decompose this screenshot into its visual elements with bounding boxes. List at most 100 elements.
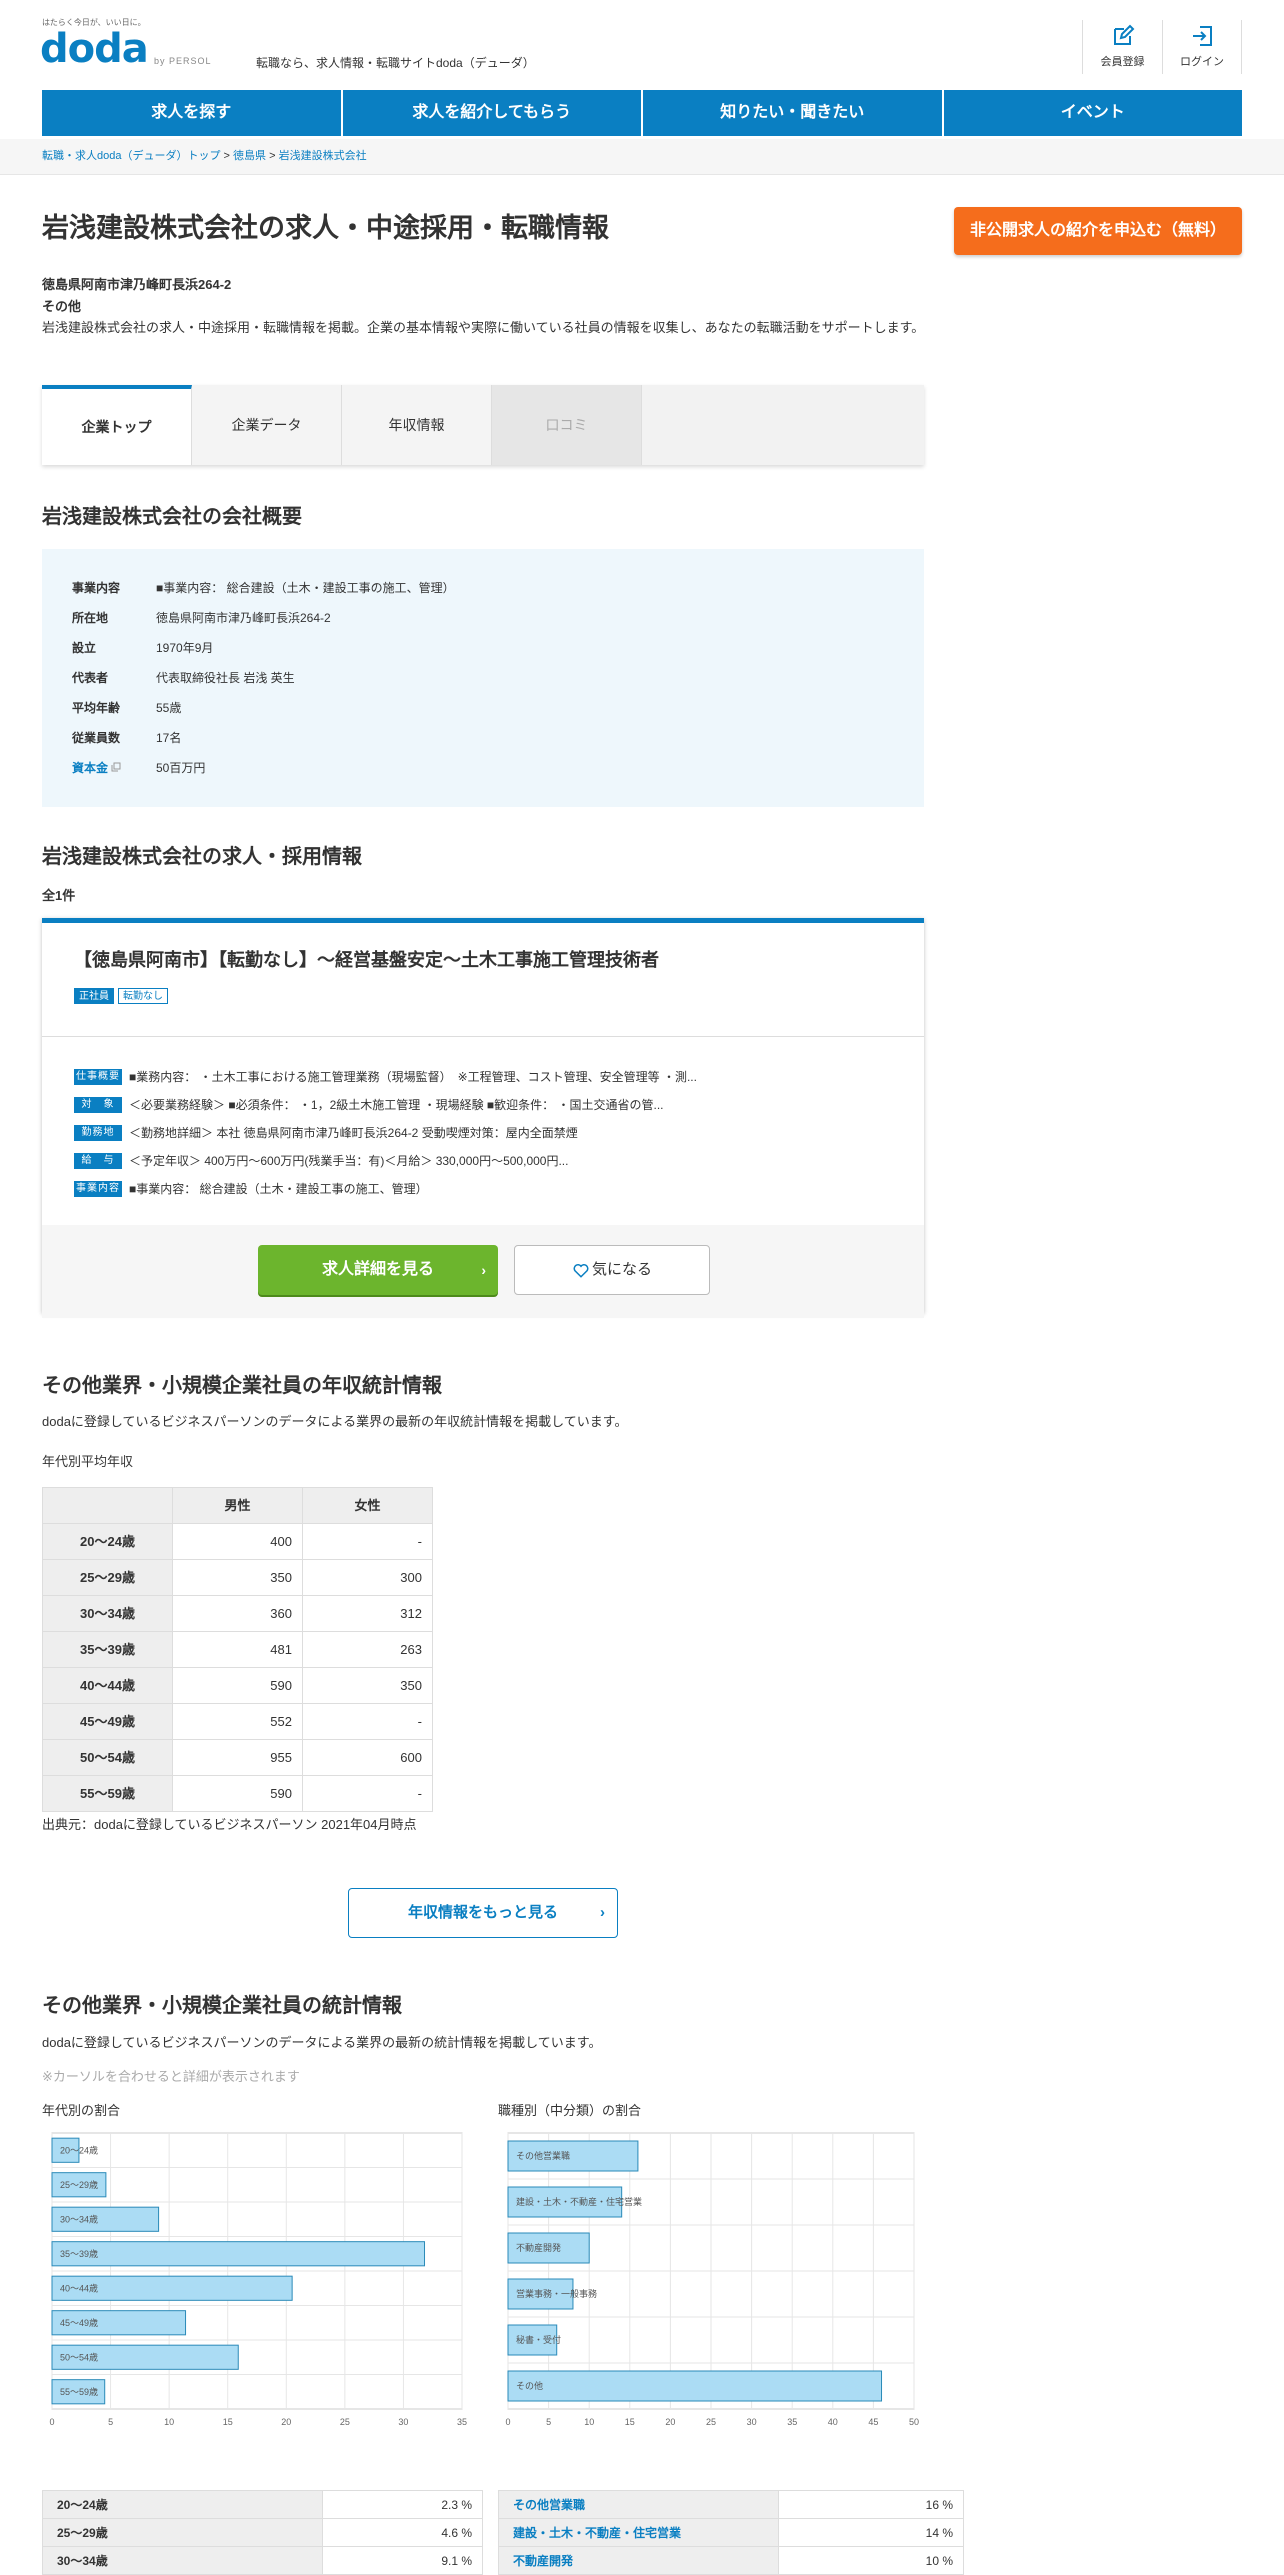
overview-key: 資本金 xyxy=(72,761,109,775)
more-salary-button-label: 年収情報をもっと見る xyxy=(407,1903,558,1921)
nav-learn-ask[interactable]: 知りたい・聞きたい xyxy=(643,90,944,136)
favorite-button[interactable]: 気になる xyxy=(514,1245,710,1295)
tab-company-data[interactable]: 企業データ xyxy=(192,385,342,465)
age-cell: 55～59歳 xyxy=(42,1775,173,1812)
table-row: 25～29歳 350 300 xyxy=(42,1559,433,1596)
overview-key: 従業員数 xyxy=(72,731,121,745)
female-salary-cell: 600 xyxy=(302,1739,433,1776)
age-ratio-chart: 0 5 10 15 20 25 30 35 20～24歳 25～29歳 30～34歳 35～39歳 40… xyxy=(49,2132,467,2427)
female-salary-cell: - xyxy=(302,1775,433,1812)
job-title[interactable]: 【徳島県阿南市】【転勤なし】～経営基盤安定～土木工事施工管理技術者 xyxy=(74,947,659,974)
job-detail-label: 事業内容 xyxy=(74,1181,122,1197)
chart-bar xyxy=(507,2370,883,2402)
overview-row: 資本金 50百万円 xyxy=(72,753,894,783)
salary-table: 男性 女性 20～24歳 400- 25～29歳 350 300 30～34歳 360 3… xyxy=(42,1487,433,1812)
job-detail-button[interactable]: 求人詳細を見る › xyxy=(258,1245,498,1295)
tab-company-top[interactable]: 企業トップ xyxy=(42,385,192,465)
jobs-count: 全1件 xyxy=(42,888,76,903)
overview-title: 岩浅建設株式会社の会社概要 xyxy=(42,506,302,528)
bar-category-label: 55～59歳 xyxy=(60,2386,98,2397)
salary-source: 出典元：dodaに登録しているビジネスパーソン 2021年04月時点 xyxy=(42,1817,417,1832)
doda-logo[interactable]: doda xyxy=(40,26,149,72)
table-header-cell: 男性 xyxy=(172,1487,303,1524)
table-row: 20～24歳 400- xyxy=(42,1523,433,1560)
x-tick-label: 0 xyxy=(505,2417,510,2427)
x-tick-label: 20 xyxy=(665,2417,675,2427)
male-salary-cell: 360 xyxy=(172,1595,303,1632)
login-icon xyxy=(1193,25,1212,46)
job-detail-label: 給 与 xyxy=(74,1153,122,1169)
x-tick-label: 50 xyxy=(909,2417,919,2427)
bar-category-label: その他 xyxy=(516,2380,543,2391)
x-tick-label: 30 xyxy=(398,2417,408,2427)
nav-search-jobs[interactable]: 求人を探す xyxy=(42,90,343,136)
bar-category-label: 50～54歳 xyxy=(60,2351,98,2362)
jobs-title: 岩浅建設株式会社の求人・採用情報 xyxy=(42,846,362,868)
age-cell: 45～49歳 xyxy=(42,1703,173,1740)
bar-category-label: 建設・土木・不動産・住宅営業 xyxy=(516,2196,642,2207)
male-salary-cell: 552 xyxy=(172,1703,303,1740)
x-tick-label: 10 xyxy=(584,2417,594,2427)
header-description: 転職なら、求人情報・転職サイトdoda（デューダ） xyxy=(256,56,535,70)
job-card-footer: 求人詳細を見る › 気になる xyxy=(42,1225,924,1318)
job-divider xyxy=(42,1036,924,1037)
age-cell: 20～24歳 xyxy=(42,2490,323,2519)
overview-value: 17名 xyxy=(156,731,182,745)
x-tick-label: 15 xyxy=(223,2417,233,2427)
login-button[interactable]: ログイン xyxy=(1162,20,1242,74)
x-tick-label: 40 xyxy=(828,2417,838,2427)
x-tick-label: 5 xyxy=(546,2417,551,2427)
job-card: 【徳島県阿南市】【転勤なし】～経営基盤安定～土木工事施工管理技術者 正社員 転勤… xyxy=(42,918,924,1318)
age-cell: 20～24歳 xyxy=(42,1523,173,1560)
breadcrumb-top[interactable]: 転職・求人doda（デューダ）トップ xyxy=(42,150,220,162)
job-category-link[interactable]: その他営業職 xyxy=(498,2490,779,2519)
more-salary-button[interactable]: 年収情報をもっと見る › xyxy=(348,1888,618,1938)
age-cell: 25～29歳 xyxy=(42,2518,323,2547)
external-window-icon xyxy=(111,762,121,772)
company-industry: その他 xyxy=(42,299,82,314)
job-detail-button-label: 求人詳細を見る xyxy=(321,1261,434,1278)
x-tick-label: 45 xyxy=(868,2417,878,2427)
breadcrumb-company[interactable]: 岩浅建設株式会社 xyxy=(279,150,367,162)
tab-salary[interactable]: 年収情報 xyxy=(342,385,492,465)
male-salary-cell: 400 xyxy=(172,1523,303,1560)
job-category-link[interactable]: 建設・土木・不動産・住宅営業 xyxy=(498,2518,779,2547)
bar-category-label: 営業事務・一般事務 xyxy=(516,2288,597,2299)
job-category-link[interactable]: 不動産開発 xyxy=(498,2546,779,2575)
table-row: 35～39歳 481 263 xyxy=(42,1631,433,1668)
page-title: 岩浅建設株式会社の求人・中途採用・転職情報 xyxy=(42,213,609,243)
table-row: 25～29歳 4.6 % xyxy=(42,2518,483,2547)
age-cell: 35～39歳 xyxy=(42,1631,173,1668)
table-row: 55～59歳 590- xyxy=(42,1775,433,1812)
nav-events[interactable]: イベント xyxy=(943,90,1242,136)
register-button[interactable]: 会員登録 xyxy=(1082,20,1162,74)
age-cell: 30～34歳 xyxy=(42,2546,323,2575)
table-row: 不動産開発 10 % xyxy=(498,2546,964,2575)
table-header-row: 男性 女性 xyxy=(42,1487,433,1524)
stats-lead: dodaに登録しているビジネスパーソンのデータによる業界の最新の統計情報を掲載し… xyxy=(42,2035,602,2050)
male-salary-cell: 350 xyxy=(172,1559,303,1596)
capital-link[interactable]: 資本金 xyxy=(72,759,156,777)
badge-no-transfer: 転勤なし xyxy=(118,988,168,1004)
table-row: その他営業職 16 % xyxy=(498,2490,964,2519)
x-tick-label: 20 xyxy=(281,2417,291,2427)
age-cell: 40～44歳 xyxy=(42,1667,173,1704)
bar-category-label: 秘書・受付 xyxy=(516,2334,561,2345)
job-detail-text: ＜必要業務経験＞ ■必須条件： ・1，2級土木施工管理 ・現場経験 ■歓迎条件：… xyxy=(129,1098,664,1112)
female-salary-cell: 300 xyxy=(302,1559,433,1596)
salary-title: その他業界・小規模企業社員の年収統計情報 xyxy=(42,1375,442,1397)
table-row: 20～24歳 2.3 % xyxy=(42,2490,483,2519)
table-header-cell: 女性 xyxy=(302,1487,433,1524)
nav-job-introduction[interactable]: 求人を紹介してもらう xyxy=(342,90,643,136)
stats-title: その他業界・小規模企業社員の統計情報 xyxy=(42,1995,402,2017)
bar-category-label: 25～29歳 xyxy=(60,2179,98,2190)
overview-value: 55歳 xyxy=(156,701,182,715)
overview-row: 設立 1970年9月 xyxy=(72,633,894,663)
breadcrumb-prefecture[interactable]: 徳島県 xyxy=(233,150,266,162)
private-job-apply-button[interactable]: 非公開求人の紹介を申込む（無料） xyxy=(954,207,1242,255)
overview-row: 所在地 徳島県阿南市津乃峰町長浜264-2 xyxy=(72,603,894,633)
stats-hover-note: ※カーソルを合わせると詳細が表示されます xyxy=(42,2069,300,2084)
table-row: 45～49歳 552- xyxy=(42,1703,433,1740)
age-cell: 50～54歳 xyxy=(42,1739,173,1776)
ratio-cell: 14 % xyxy=(778,2518,964,2547)
